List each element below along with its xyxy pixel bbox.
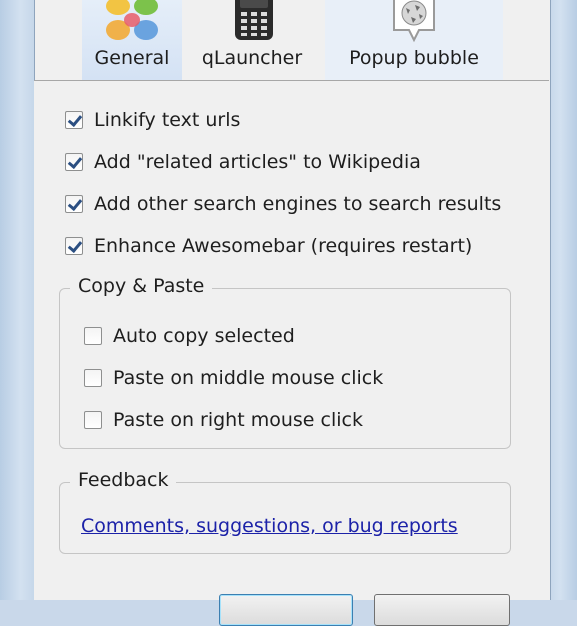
option-paste-right-click[interactable]: Paste on right mouse click [84, 407, 363, 433]
option-label: Paste on right mouse click [113, 409, 363, 431]
option-linkify-urls[interactable]: Linkify text urls [65, 107, 240, 133]
checkbox[interactable] [65, 195, 83, 213]
option-related-articles[interactable]: Add "related articles" to Wikipedia [65, 149, 421, 175]
phone-icon [235, 0, 273, 40]
cancel-button[interactable] [374, 594, 510, 626]
feedback-title: Feedback [70, 469, 177, 491]
general-pane: Linkify text urls Add "related articles"… [34, 81, 549, 600]
option-label: Enhance Awesomebar (requires restart) [94, 235, 473, 257]
tab-qlauncher[interactable]: qLauncher [187, 0, 317, 80]
feedback-group: Feedback Comments, suggestions, or bug r… [59, 469, 511, 554]
option-label: Add "related articles" to Wikipedia [94, 151, 421, 173]
copy-paste-group: Copy & Paste Auto copy selected Paste on… [59, 275, 511, 449]
tab-toolbar: General qLauncher Popup bubble [35, 0, 550, 80]
window-frame-right [549, 0, 577, 600]
option-label: Linkify text urls [94, 109, 241, 131]
checkbox[interactable] [65, 111, 83, 129]
color-dots-icon [106, 0, 158, 40]
checkbox[interactable] [84, 369, 102, 387]
tab-popup-bubble[interactable]: Popup bubble [325, 0, 503, 80]
options-window: General qLauncher Popup bubble Linkify t… [0, 0, 577, 626]
option-label: Paste on middle mouse click [113, 367, 384, 389]
copy-paste-title: Copy & Paste [70, 275, 213, 297]
option-paste-middle-click[interactable]: Paste on middle mouse click [84, 365, 383, 391]
tab-qlauncher-label: qLauncher [201, 47, 303, 69]
option-label: Add other search engines to search resul… [94, 193, 502, 215]
option-auto-copy[interactable]: Auto copy selected [84, 323, 295, 349]
ok-button[interactable] [219, 594, 353, 626]
tab-general-label: General [94, 47, 170, 69]
checkbox[interactable] [65, 237, 83, 255]
wikipedia-globe-icon [393, 0, 435, 43]
tab-popup-bubble-label: Popup bubble [349, 47, 479, 69]
tab-general[interactable]: General [82, 0, 182, 80]
checkbox[interactable] [65, 153, 83, 171]
checkbox[interactable] [84, 411, 102, 429]
option-label: Auto copy selected [113, 325, 295, 347]
option-enhance-awesomebar[interactable]: Enhance Awesomebar (requires restart) [65, 233, 472, 259]
checkbox[interactable] [84, 327, 102, 345]
option-other-search-engines[interactable]: Add other search engines to search resul… [65, 191, 501, 217]
window-frame-left [0, 0, 34, 600]
feedback-link[interactable]: Comments, suggestions, or bug reports [81, 515, 458, 537]
